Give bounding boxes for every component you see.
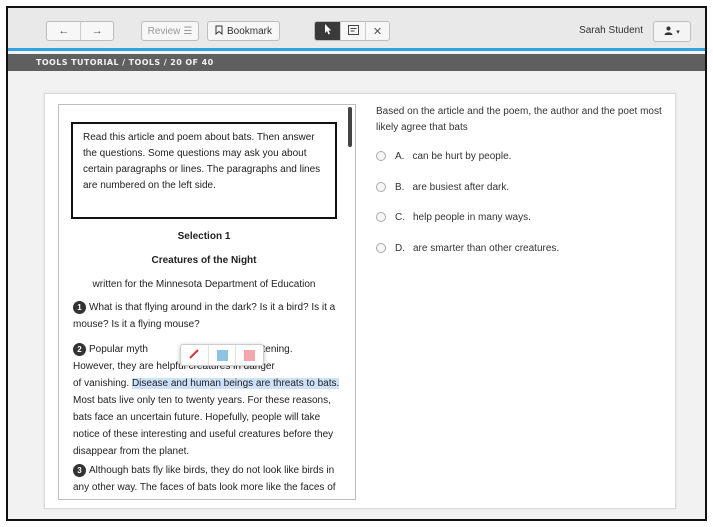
choice-b[interactable]: B. are busiest after dark. [376,179,666,195]
pink-swatch [244,349,256,361]
bookmark-button[interactable]: Bookmark [207,21,280,41]
nav-group: ← → [46,21,114,41]
paragraph-text: Popular myth [89,344,148,355]
choice-text: help people in many ways. [413,211,531,223]
paragraph-text: of vanishing. [73,378,130,389]
paragraph-1[interactable]: 1 What is that flying around in the dark?… [73,299,343,333]
choice-a[interactable]: A. can be hurt by people. [376,148,666,164]
passage-instructions: Read this article and poem about bats. T… [71,122,337,219]
blue-swatch [216,349,228,361]
arrow-left-icon: ← [58,25,70,37]
passage-scrollbar[interactable] [348,107,352,147]
chevron-down-icon: ▾ [676,28,680,36]
note-tool-button[interactable] [340,22,365,40]
radio-button[interactable] [376,182,386,192]
arrow-right-icon: → [91,25,103,37]
highlight-blue-button[interactable] [207,345,236,365]
radio-button[interactable] [376,243,386,253]
close-tool-button[interactable]: ✕ [365,22,389,40]
article-byline: written for the Minnesota Department of … [92,279,316,290]
top-toolbar: ← → Review ☰ Bookmark ✕ Sarah Student ▾ [8,8,705,51]
close-icon: ✕ [372,25,383,38]
paragraph-text: However, they are [73,361,154,372]
user-name: Sarah Student [579,25,643,36]
choice-letter: C. [395,211,405,223]
breadcrumb: TOOLS TUTORIAL / TOOLS / 20 OF 40 [8,54,705,71]
paragraph-number: 2 [73,342,86,356]
list-icon: ☰ [183,25,193,37]
item-card: Read this article and poem about bats. T… [44,93,676,509]
choice-letter: A. [395,150,405,162]
paragraph-text: What is that flying around in the dark? … [73,302,336,330]
note-icon [347,24,359,38]
tool-group: ✕ [314,21,390,41]
radio-button[interactable] [376,151,386,161]
paragraph-text: Most bats live only ten to twenty years.… [73,395,334,457]
review-button[interactable]: Review ☰ [141,21,199,41]
paragraph-number: 3 [73,463,86,477]
user-menu-button[interactable]: ▾ [653,21,691,42]
highlight-pink-button[interactable] [235,345,263,365]
app-frame: ← → Review ☰ Bookmark ✕ Sarah Student ▾ … [6,6,707,521]
choice-text: are busiest after dark. [412,181,510,193]
paragraph-number: 1 [73,300,86,314]
back-button[interactable]: ← [47,22,80,40]
choice-c[interactable]: C. help people in many ways. [376,209,666,225]
radio-button[interactable] [376,212,386,222]
review-label: Review [147,25,181,37]
highlighted-text[interactable]: Disease and human beings are threats to … [131,378,340,389]
choice-text: are smarter than other creatures. [413,242,560,254]
forward-button[interactable]: → [80,22,113,40]
passage-panel[interactable]: Read this article and poem about bats. T… [58,104,356,500]
choice-letter: D. [395,242,405,254]
highlight-popup [180,344,264,366]
selection-heading: Selection 1 [177,231,231,242]
pointer-tool-button[interactable] [315,22,340,40]
bookmark-icon [215,25,223,38]
article-title: Creatures of the Night [151,255,257,266]
choice-text: can be hurt by people. [412,150,512,162]
user-icon [664,26,673,37]
paragraph-text: Although bats fly like birds, they do no… [73,465,336,493]
erase-highlight-button[interactable] [181,345,208,365]
question-prompt: Based on the article and the poem, the a… [376,106,662,133]
choice-d[interactable]: D. are smarter than other creatures. [376,240,666,256]
choice-letter: B. [395,181,405,193]
pencil-eraser-icon [188,348,200,363]
pointer-icon [324,24,332,38]
bookmark-label: Bookmark [226,25,272,37]
paragraph-3[interactable]: 3 Although bats fly like birds, they do n… [73,462,343,499]
